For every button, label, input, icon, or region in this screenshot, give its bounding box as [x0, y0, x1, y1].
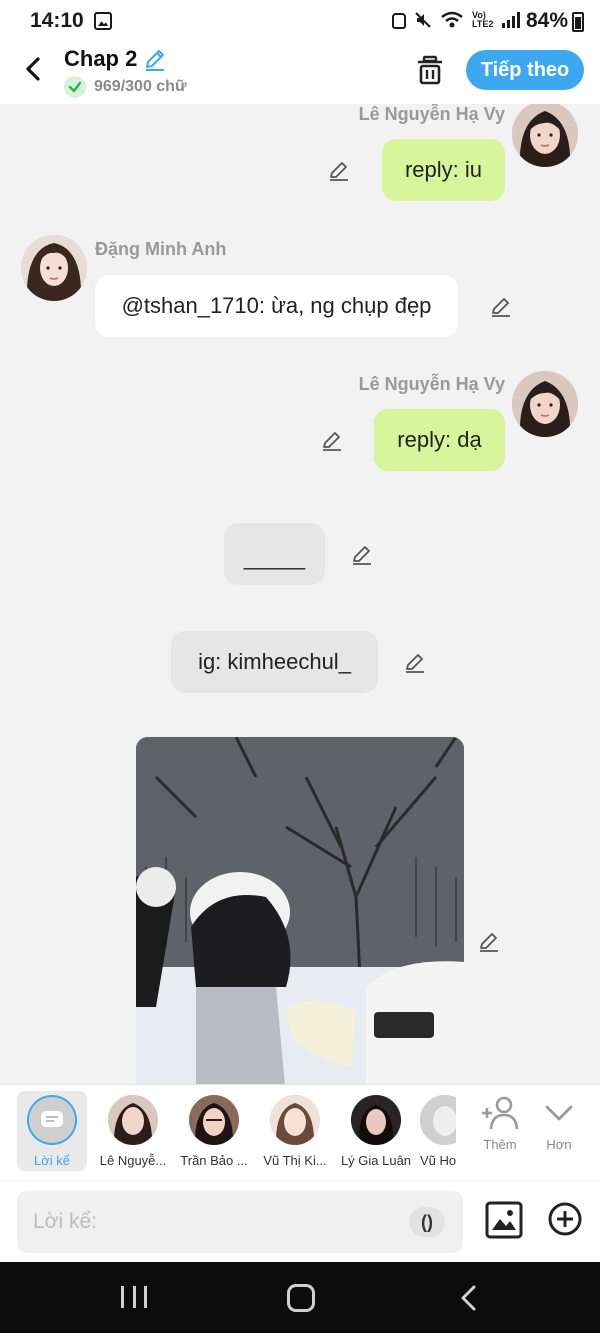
avatar	[270, 1095, 320, 1145]
app-header: Chap 2 969/300 chữ Tiếp theo	[0, 44, 600, 104]
back-button[interactable]	[18, 54, 48, 84]
add-person-icon	[482, 1096, 519, 1130]
narration-bubble[interactable]: ig: kimheechul_	[171, 631, 378, 693]
chevron-left-icon	[26, 57, 40, 81]
trash-icon[interactable]	[414, 54, 446, 86]
nav-back-icon[interactable]	[456, 1284, 482, 1312]
edit-message-icon[interactable]	[403, 650, 427, 674]
next-button[interactable]: Tiếp theo	[466, 50, 584, 90]
message-bubble[interactable]: reply: iu	[382, 139, 505, 201]
check-icon	[64, 76, 86, 98]
photo-message[interactable]	[136, 737, 464, 1084]
signal-icon	[502, 11, 520, 28]
character-picker: Lời kể Lê Nguyễ... Trần Bảo ... Vũ Thị K…	[0, 1084, 600, 1180]
avatar[interactable]	[512, 371, 578, 437]
status-time: 14:10	[30, 9, 84, 32]
character-item[interactable]: Lý Gia Luân	[339, 1091, 413, 1171]
system-nav-bar	[0, 1262, 600, 1333]
character-label: Trần Bảo ...	[180, 1153, 248, 1168]
input-bar: ()	[0, 1180, 600, 1262]
character-item[interactable]: Vũ Thị Ki...	[258, 1091, 332, 1171]
avatar[interactable]	[512, 104, 578, 167]
status-icons: Vo) LTE2	[392, 10, 520, 29]
avatar	[108, 1095, 158, 1145]
word-count: 969/300 chữ	[64, 76, 187, 98]
gallery-notification-icon	[94, 12, 112, 30]
character-label: Vũ Thị Ki...	[263, 1153, 327, 1168]
narration-bubble[interactable]: _____	[224, 523, 325, 585]
avatar	[351, 1095, 401, 1145]
wifi-icon	[441, 11, 463, 27]
narration-icon	[27, 1095, 77, 1145]
edit-message-icon[interactable]	[327, 158, 351, 182]
message-bubble[interactable]: @tshan_1710: ừa, ng chụp đẹp	[95, 275, 458, 337]
battery-icon	[572, 12, 584, 32]
edit-title-icon[interactable]	[142, 46, 168, 72]
sender-name: Lê Nguyễn Hạ Vy	[358, 104, 505, 124]
parentheses-button[interactable]: ()	[409, 1207, 445, 1237]
character-item[interactable]: Lê Nguyễ...	[96, 1091, 170, 1171]
character-item[interactable]: Trần Bảo ...	[177, 1091, 251, 1171]
character-label: Vũ Ho	[420, 1153, 456, 1168]
chevron-down-icon	[545, 1105, 573, 1121]
status-bar: 14:10 Vo) LTE2 84%	[0, 0, 600, 44]
message-bubble[interactable]: reply: dạ	[374, 409, 505, 471]
lte-indicator: Vo) LTE2	[472, 9, 494, 29]
edit-message-icon[interactable]	[489, 294, 513, 318]
avatar[interactable]	[21, 235, 87, 301]
add-circle-icon[interactable]	[547, 1201, 583, 1237]
character-item[interactable]: Vũ Ho	[420, 1091, 456, 1171]
add-character-button[interactable]: Thêm	[470, 1095, 530, 1152]
battery-level: 84%	[525, 9, 568, 32]
more-button[interactable]: Hơn	[529, 1095, 589, 1152]
message-input-box[interactable]: ()	[17, 1191, 463, 1253]
word-count-text: 969/300 chữ	[94, 78, 187, 95]
edit-message-icon[interactable]	[350, 542, 374, 566]
page-title: Chap 2	[64, 46, 138, 71]
message-input[interactable]	[33, 1191, 403, 1253]
add-character-label: Thêm	[483, 1137, 517, 1152]
image-icon[interactable]	[485, 1201, 523, 1239]
character-label: Lý Gia Luân	[340, 1153, 412, 1168]
character-narration[interactable]: Lời kể	[17, 1091, 87, 1171]
edit-message-icon[interactable]	[477, 929, 501, 953]
character-label: Lê Nguyễ...	[99, 1153, 167, 1168]
avatar	[420, 1095, 456, 1145]
home-button[interactable]	[287, 1284, 315, 1312]
recent-apps-button[interactable]	[121, 1286, 147, 1308]
edit-message-icon[interactable]	[320, 428, 344, 452]
character-label: Lời kể	[34, 1153, 70, 1168]
more-label: Hơn	[546, 1137, 572, 1152]
sender-name: Lê Nguyễn Hạ Vy	[358, 374, 505, 394]
chat-area[interactable]: Lê Nguyễn Hạ Vy reply: iu Đặng Minh Anh …	[0, 104, 600, 1084]
mute-icon	[415, 11, 431, 28]
alarm-icon	[392, 13, 406, 29]
sender-name: Đặng Minh Anh	[95, 239, 227, 259]
avatar	[189, 1095, 239, 1145]
